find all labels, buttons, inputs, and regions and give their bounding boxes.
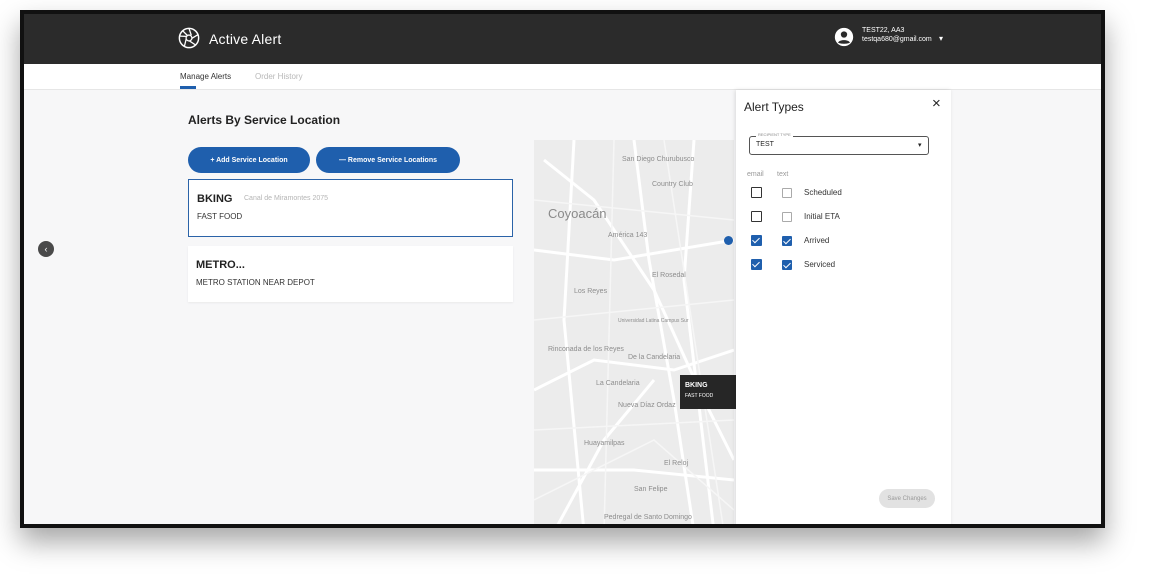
tab-order-history[interactable]: Order History <box>255 72 303 81</box>
tab-bar: Manage Alerts Order History <box>24 64 1101 90</box>
chevron-left-icon[interactable]: ‹ <box>38 241 54 257</box>
map-label: Rinconada de los Reyes <box>548 346 624 353</box>
location-code: BKING <box>197 193 233 205</box>
alert-type-label: Scheduled <box>804 188 842 197</box>
map-label: La Candelaria <box>596 380 640 387</box>
app-title: Active Alert <box>209 31 282 47</box>
tab-manage-alerts[interactable]: Manage Alerts <box>180 72 231 81</box>
alert-type-label: Arrived <box>804 236 830 245</box>
map-label: El Reloj <box>664 460 689 467</box>
recipient-type-label: RECIPIENT TYPE <box>756 132 793 137</box>
email-checkbox-initial-eta[interactable] <box>751 211 762 222</box>
location-code: METRO... <box>196 259 245 271</box>
map-label: América 143 <box>608 232 648 239</box>
popup-description: FAST FOOD <box>685 393 714 399</box>
add-service-location-button[interactable]: + Add Service Location <box>188 147 310 173</box>
map-label: El Rosedal <box>652 272 686 279</box>
map-view[interactable]: San Diego Churubusco Country Club Coyoac… <box>534 140 734 524</box>
map-label: Country Club <box>652 181 693 188</box>
map-label: Universidad Latina Campus Sur <box>618 318 689 324</box>
active-tab-indicator <box>180 86 196 89</box>
email-column-header: email <box>747 171 764 178</box>
text-checkbox-scheduled[interactable] <box>782 188 792 198</box>
map-label: Los Reyes <box>574 288 608 295</box>
user-email[interactable]: testqa680@gmail.com <box>862 35 932 44</box>
map-streets <box>534 140 734 524</box>
section-title: Alerts By Service Location <box>188 113 341 127</box>
email-checkbox-arrived[interactable] <box>751 235 762 246</box>
map-label: Coyoacán <box>548 206 607 221</box>
user-name[interactable]: TEST22, AA3 <box>862 26 904 35</box>
location-description: FAST FOOD <box>197 212 243 221</box>
alert-type-label: Serviced <box>804 260 836 269</box>
close-icon[interactable]: × <box>932 95 941 112</box>
aperture-logo-icon <box>178 27 200 49</box>
email-checkbox-scheduled[interactable] <box>751 187 762 198</box>
app-window-frame: Active Alert TEST22, AA3 testqa680@gmail… <box>20 10 1105 528</box>
map-label: San Diego Churubusco <box>622 156 695 163</box>
caret-down-icon: ▾ <box>918 142 922 149</box>
save-changes-button[interactable]: Save Changes <box>879 489 935 508</box>
map-label: Pedregal de Santo Domingo <box>604 514 692 521</box>
recipient-type-select[interactable]: RECIPIENT TYPE TEST ▾ <box>749 132 929 155</box>
location-card-metro[interactable]: METRO... METRO STATION NEAR DEPOT <box>188 246 513 302</box>
account-circle-icon[interactable] <box>834 27 854 47</box>
text-column-header: text <box>777 171 789 178</box>
map-label: Huayamilpas <box>584 440 625 447</box>
text-checkbox-initial-eta[interactable] <box>782 212 792 222</box>
alert-type-label: Initial ETA <box>804 212 840 221</box>
text-checkbox-serviced[interactable] <box>782 260 792 270</box>
map-marker-icon[interactable] <box>724 236 733 245</box>
app-screen: Active Alert TEST22, AA3 testqa680@gmail… <box>24 14 1101 524</box>
remove-service-locations-button[interactable]: — Remove Service Locations <box>316 147 460 173</box>
email-checkbox-serviced[interactable] <box>751 259 762 270</box>
location-description: METRO STATION NEAR DEPOT <box>196 278 315 287</box>
map-location-popup[interactable]: BKING FAST FOOD <box>680 375 736 409</box>
top-navbar: Active Alert TEST22, AA3 testqa680@gmail… <box>24 14 1101 64</box>
popup-code: BKING <box>685 382 708 389</box>
alert-types-panel: Alert Types × RECIPIENT TYPE TEST ▾ emai… <box>736 90 951 524</box>
text-checkbox-arrived[interactable] <box>782 236 792 246</box>
map-label: Nueva Díaz Ordaz <box>618 402 676 409</box>
location-address: Canal de Miramontes 2075 <box>244 195 329 202</box>
location-card-bking[interactable]: BKING Canal de Miramontes 2075 FAST FOOD <box>188 179 513 237</box>
recipient-type-value: TEST <box>756 141 774 148</box>
map-label: San Felipe <box>634 486 668 493</box>
panel-title: Alert Types <box>744 100 804 114</box>
map-label: De la Candelaria <box>628 354 681 361</box>
caret-down-icon[interactable]: ▾ <box>939 34 943 43</box>
